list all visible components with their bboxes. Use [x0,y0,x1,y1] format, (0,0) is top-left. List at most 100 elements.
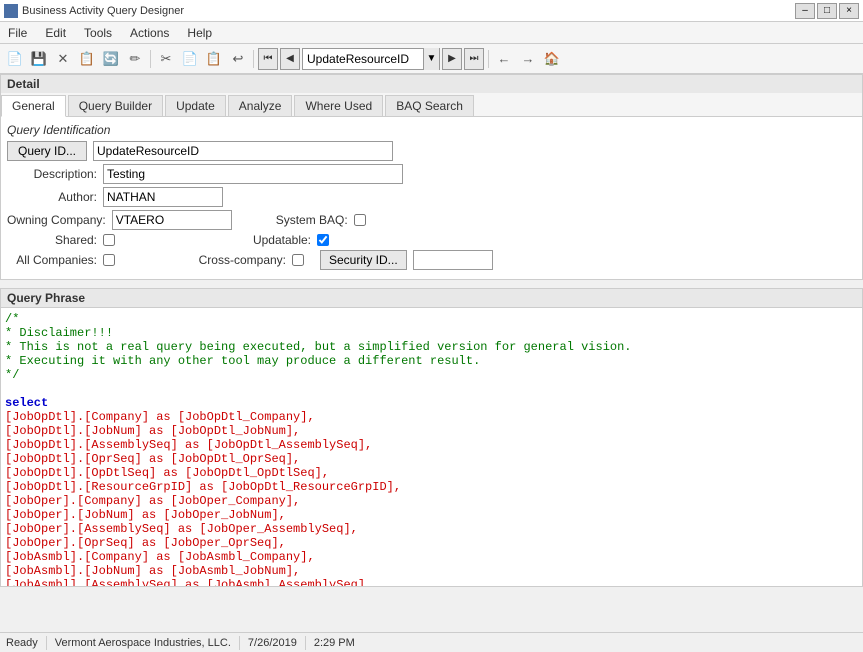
maximize-button[interactable]: □ [817,3,837,19]
code-select: select [5,396,858,410]
app-icon [4,4,18,18]
back-button[interactable]: ← [493,48,515,70]
query-id-button[interactable]: Query ID... [7,141,87,161]
owning-company-row: Owning Company: System BAQ: [7,210,856,230]
nav-last-button[interactable]: ⏭ [464,48,484,70]
save-button[interactable]: 💾 [28,48,50,70]
updatable-checkbox[interactable] [317,234,329,246]
all-companies-checkbox-wrap [103,254,115,266]
forward-button[interactable]: → [517,48,539,70]
title-bar-text: Business Activity Query Designer [22,5,184,17]
cross-company-label: Cross-company: [196,253,286,267]
edit-button[interactable]: ✏ [124,48,146,70]
delete-button[interactable]: ✕ [52,48,74,70]
copy-button[interactable]: 📋 [76,48,98,70]
cut-button[interactable]: ✂ [155,48,177,70]
close-button[interactable]: × [839,3,859,19]
new-button[interactable]: 📄 [4,48,26,70]
system-baq-checkbox-wrap [354,214,366,226]
system-baq-checkbox[interactable] [354,214,366,226]
general-tab-content: Query Identification Query ID... Descrip… [1,117,862,279]
toolbar: 📄 💾 ✕ 📋 🔄 ✏ ✂ 📄 📋 ↩ ⏮ ◀ UpdateResourceID… [0,44,863,74]
status-time: 2:29 PM [314,637,355,649]
shared-updatable-row: Shared: Updatable: [7,233,856,247]
menu-file[interactable]: File [4,25,31,41]
query-dropdown-text: UpdateResourceID [303,52,423,66]
owning-company-label: Owning Company: [7,213,106,227]
separator-3 [488,50,489,68]
code-field-12: [JobAsmbl].[JobNum] as [JobAsmbl_JobNum]… [5,564,858,578]
security-id-button[interactable]: Security ID... [320,250,407,270]
system-baq-label: System BAQ: [258,213,348,227]
tab-analyze[interactable]: Analyze [228,95,293,116]
owning-company-input[interactable] [112,210,232,230]
query-id-row: Query ID... [7,141,856,161]
menu-actions[interactable]: Actions [126,25,173,41]
separator-1 [150,50,151,68]
all-companies-checkbox[interactable] [103,254,115,266]
tab-general[interactable]: General [1,95,66,117]
main-container: Detail General Query Builder Update Anal… [0,74,863,632]
query-phrase-area[interactable]: /* * Disclaimer!!! * This is not a real … [0,307,863,587]
nav-next-button[interactable]: ▶ [442,48,462,70]
author-input[interactable] [103,187,223,207]
updatable-label: Updatable: [221,233,311,247]
code-blank [5,382,858,396]
all-companies-row: All Companies: Cross-company: Security I… [7,250,856,270]
shared-checkbox[interactable] [103,234,115,246]
nav-first-button[interactable]: ⏮ [258,48,278,70]
menu-edit[interactable]: Edit [41,25,70,41]
query-dropdown-arrow[interactable]: ▼ [423,48,439,70]
tab-baq-search[interactable]: BAQ Search [385,95,474,116]
tabs-row: General Query Builder Update Analyze Whe… [1,93,862,117]
tab-query-builder[interactable]: Query Builder [68,95,163,116]
query-dropdown[interactable]: UpdateResourceID ▼ [302,48,440,70]
code-field-3: [JobOpDtl].[AssemblySeq] as [JobOpDtl_As… [5,438,858,452]
copy2-button[interactable]: 📄 [179,48,201,70]
tabs-area: General Query Builder Update Analyze Whe… [0,93,863,280]
description-input[interactable] [103,164,403,184]
menu-bar: File Edit Tools Actions Help [0,22,863,44]
description-label: Description: [7,167,97,181]
query-identification-title: Query Identification [7,123,856,137]
security-id-input[interactable] [413,250,493,270]
status-sep-2 [239,636,240,650]
code-field-13: [JobAsmbl].[AssemblySeq] as [JobAsmbl_As… [5,578,858,587]
cross-company-checkbox[interactable] [292,254,304,266]
author-label: Author: [7,190,97,204]
updatable-checkbox-wrap [317,234,329,246]
home-button[interactable]: 🏠 [541,48,563,70]
menu-help[interactable]: Help [183,25,216,41]
code-field-2: [JobOpDtl].[JobNum] as [JobOpDtl_JobNum]… [5,424,858,438]
minimize-button[interactable]: – [795,3,815,19]
status-text: Ready [6,637,38,649]
code-line-comment-5: */ [5,368,858,382]
paste-button[interactable]: 📋 [203,48,225,70]
all-companies-label: All Companies: [7,253,97,267]
shared-checkbox-wrap [103,234,115,246]
code-line-comment-4: * Executing it with any other tool may p… [5,354,858,368]
query-phrase-label: Query Phrase [0,288,863,307]
status-sep-1 [46,636,47,650]
description-row: Description: [7,164,856,184]
tab-update[interactable]: Update [165,95,226,116]
shared-label: Shared: [7,233,97,247]
code-line-comment-3: * This is not a real query being execute… [5,340,858,354]
refresh-button[interactable]: 🔄 [100,48,122,70]
nav-prev-button[interactable]: ◀ [280,48,300,70]
query-id-input[interactable] [93,141,393,161]
tab-where-used[interactable]: Where Used [294,95,383,116]
code-field-6: [JobOpDtl].[ResourceGrpID] as [JobOpDtl_… [5,480,858,494]
code-field-11: [JobAsmbl].[Company] as [JobAsmbl_Compan… [5,550,858,564]
query-phrase-section: Query Phrase /* * Disclaimer!!! * This i… [0,288,863,587]
status-sep-3 [305,636,306,650]
status-company: Vermont Aerospace Industries, LLC. [55,637,231,649]
undo-button[interactable]: ↩ [227,48,249,70]
status-bar: Ready Vermont Aerospace Industries, LLC.… [0,632,863,652]
menu-tools[interactable]: Tools [80,25,116,41]
code-field-1: [JobOpDtl].[Company] as [JobOpDtl_Compan… [5,410,858,424]
separator-2 [253,50,254,68]
code-field-8: [JobOper].[JobNum] as [JobOper_JobNum], [5,508,858,522]
code-field-10: [JobOper].[OprSeq] as [JobOper_OprSeq], [5,536,858,550]
author-row: Author: [7,187,856,207]
